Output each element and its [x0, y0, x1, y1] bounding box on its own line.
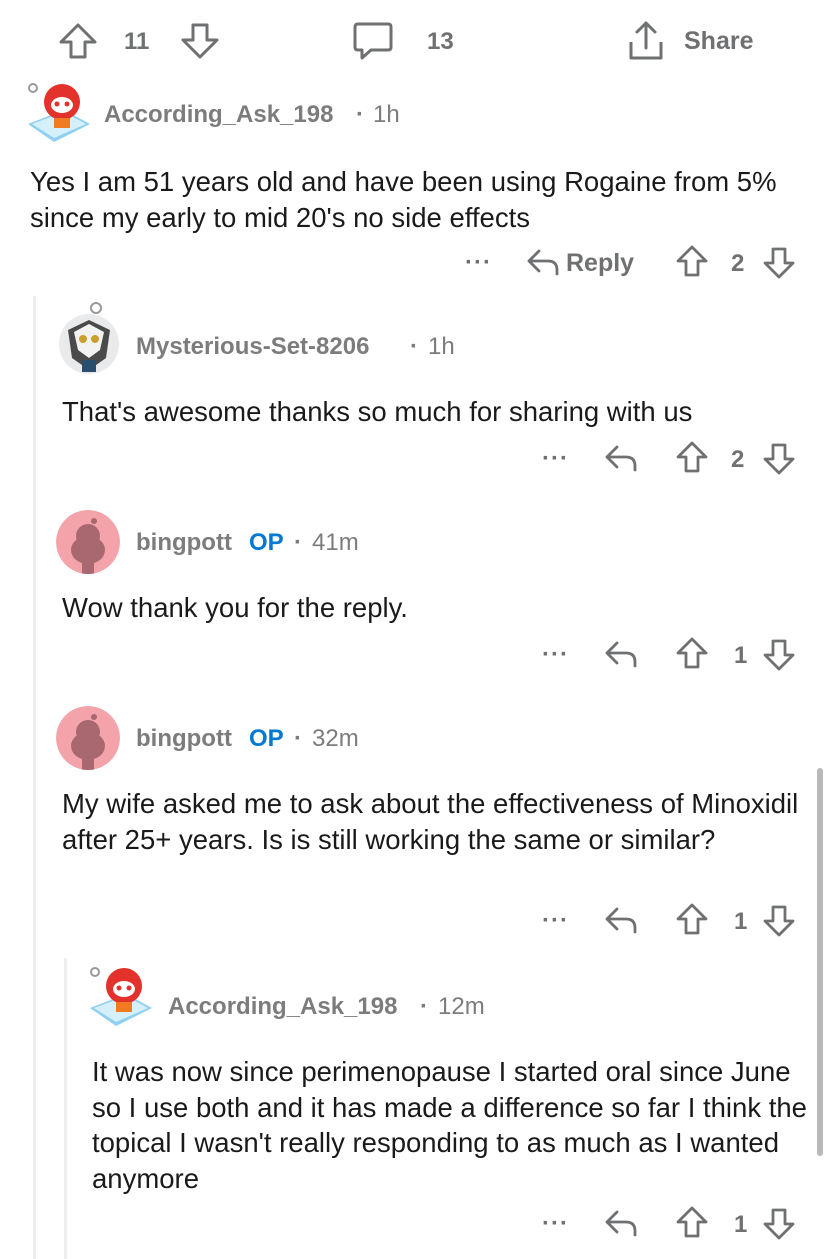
comment-score: 2: [731, 250, 745, 277]
share-button-label[interactable]: Share: [684, 27, 753, 56]
upvote-arrow-icon[interactable]: [58, 22, 98, 60]
thread-line-depth-1[interactable]: [33, 296, 36, 1259]
comment-username[interactable]: bingpott: [136, 529, 232, 557]
comment-username[interactable]: bingpott: [136, 725, 232, 753]
upvote-arrow-icon[interactable]: [675, 636, 709, 670]
scrollbar[interactable]: [817, 768, 823, 1156]
reply-arrow-icon[interactable]: [604, 443, 638, 473]
op-badge: OP: [249, 725, 284, 752]
comment-timestamp: 32m: [312, 725, 359, 752]
upvote-arrow-icon[interactable]: [675, 244, 709, 278]
post-vote-count: 11: [124, 28, 150, 55]
comment-timestamp: 41m: [312, 529, 359, 556]
meta-separator: ·: [294, 725, 302, 752]
avatar[interactable]: [86, 964, 156, 1034]
downvote-arrow-icon[interactable]: [762, 442, 796, 476]
comment-score: 1: [734, 642, 748, 669]
downvote-arrow-icon[interactable]: [762, 246, 796, 280]
comment-timestamp: 1h: [428, 333, 455, 360]
downvote-arrow-icon[interactable]: [180, 22, 220, 60]
more-options-button[interactable]: ···: [542, 1210, 569, 1238]
comment-body: That's awesome thanks so much for sharin…: [62, 396, 693, 427]
comment-body: My wife asked me to ask about the effect…: [62, 788, 799, 855]
comment-username[interactable]: Mysterious-Set-8206: [136, 333, 369, 361]
meta-separator: ·: [420, 993, 428, 1020]
downvote-arrow-icon[interactable]: [762, 904, 796, 938]
op-badge: OP: [249, 529, 284, 556]
comment-bubble-icon[interactable]: [352, 20, 394, 62]
meta-separator: ·: [410, 333, 418, 360]
thread-line-depth-2[interactable]: [64, 958, 67, 1259]
comment-username[interactable]: According_Ask_198: [104, 101, 333, 129]
meta-separator: ·: [294, 529, 302, 556]
avatar[interactable]: [56, 510, 120, 574]
comment-score: 1: [734, 908, 748, 935]
share-icon[interactable]: [626, 20, 666, 62]
more-options-button[interactable]: ···: [465, 249, 492, 277]
more-options-button[interactable]: ···: [542, 445, 569, 473]
comment-body: Wow thank you for the reply.: [62, 592, 408, 623]
meta-separator: ·: [356, 101, 364, 128]
more-options-button[interactable]: ···: [542, 907, 569, 935]
avatar[interactable]: [56, 706, 120, 770]
downvote-arrow-icon[interactable]: [762, 638, 796, 672]
comment-username[interactable]: According_Ask_198: [168, 993, 397, 1021]
avatar[interactable]: [24, 80, 94, 150]
upvote-arrow-icon[interactable]: [675, 440, 709, 474]
reply-arrow-icon[interactable]: [604, 639, 638, 669]
upvote-arrow-icon[interactable]: [675, 902, 709, 936]
reply-arrow-icon[interactable]: [604, 905, 638, 935]
reply-button-label[interactable]: Reply: [566, 249, 634, 278]
reply-arrow-icon[interactable]: [604, 1208, 638, 1238]
post-comment-count: 13: [427, 28, 454, 55]
reply-arrow-icon[interactable]: [526, 247, 560, 277]
comment-score: 1: [734, 1211, 748, 1238]
comment-body: It was now since perimenopause I started…: [92, 1056, 807, 1194]
comment-score: 2: [731, 446, 745, 473]
avatar[interactable]: [56, 302, 122, 376]
downvote-arrow-icon[interactable]: [762, 1207, 796, 1241]
more-options-button[interactable]: ···: [542, 641, 569, 669]
comment-timestamp: 12m: [438, 993, 485, 1020]
comment-body: Yes I am 51 years old and have been usin…: [30, 166, 777, 233]
comment-timestamp: 1h: [373, 101, 400, 128]
upvote-arrow-icon[interactable]: [675, 1205, 709, 1239]
